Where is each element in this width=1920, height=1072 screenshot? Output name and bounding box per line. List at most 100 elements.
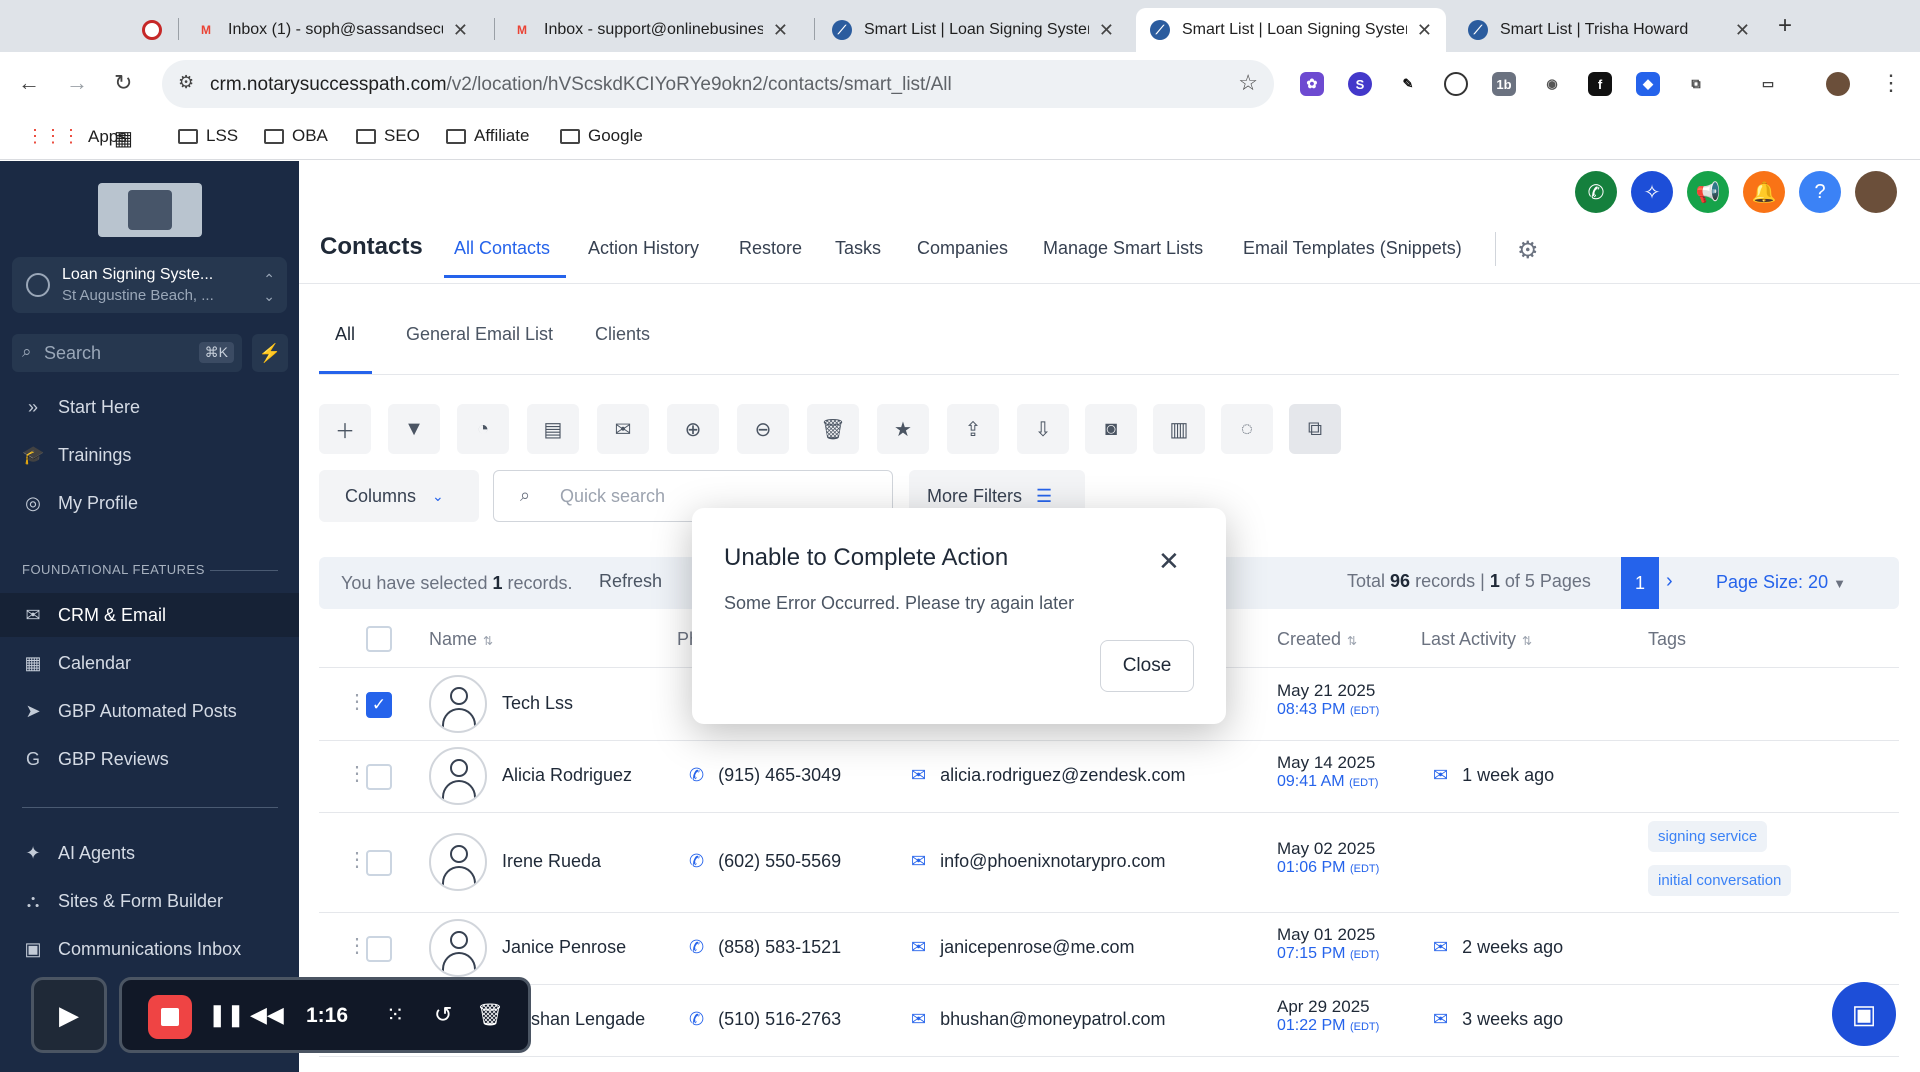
quick-search-input[interactable] bbox=[560, 483, 860, 509]
bell-icon[interactable]: 🔔 bbox=[1743, 171, 1785, 213]
tab-smart-list-1[interactable]: ⟋ Smart List | Loan Signing System ✕ bbox=[818, 8, 1128, 52]
sidebar-item-sites-forms[interactable]: ⛬ Sites & Form Builder bbox=[0, 879, 299, 923]
pause-icon[interactable]: ❚❚ bbox=[208, 1002, 245, 1028]
table-row[interactable]: ⋮ Janice Penrose (858) 583-1521 janicepe… bbox=[319, 913, 1899, 985]
extension-icon[interactable]: 1b bbox=[1492, 72, 1516, 96]
tab-smart-list-active[interactable]: ⟋ Smart List | Loan Signing System ✕ bbox=[1136, 8, 1446, 52]
bookmark-folder-affiliate[interactable]: Affiliate bbox=[446, 126, 529, 146]
sidebar-search[interactable]: ⌕ Search ⌘K bbox=[12, 334, 242, 372]
row-drag-icon[interactable]: ⋮ bbox=[347, 933, 367, 958]
column-last-activity[interactable]: Last Activity ⇅ bbox=[1421, 629, 1532, 650]
stop-record-button[interactable] bbox=[148, 995, 192, 1039]
bookmark-star-icon[interactable]: ☆ bbox=[1238, 70, 1258, 96]
tag-chip[interactable]: signing service bbox=[1648, 821, 1768, 852]
bookmark-folder-google[interactable]: Google bbox=[560, 126, 643, 146]
grid-icon[interactable]: ▦ bbox=[114, 126, 133, 151]
contact-phone[interactable]: (858) 583-1521 bbox=[689, 937, 841, 958]
contact-email[interactable]: alicia.rodriguez@zendesk.com bbox=[911, 765, 1185, 786]
next-page-icon[interactable]: › bbox=[1666, 570, 1673, 593]
url-field[interactable]: ⚙ crm.notarysuccesspath.com/v2/location/… bbox=[162, 60, 1274, 108]
close-tab-icon[interactable]: ✕ bbox=[1099, 20, 1114, 41]
page-1-button[interactable]: 1 bbox=[1621, 557, 1659, 609]
star-icon[interactable]: ★ bbox=[877, 404, 929, 454]
tab-all-contacts[interactable]: All Contacts bbox=[454, 238, 550, 259]
whatsapp-icon[interactable]: ◌ bbox=[1221, 404, 1273, 454]
sidebar-item-crm-email[interactable]: ✉ CRM & Email bbox=[0, 593, 299, 637]
sidebar-item-gbp-reviews[interactable]: G GBP Reviews bbox=[0, 737, 299, 781]
close-tab-icon[interactable]: ✕ bbox=[1417, 20, 1432, 41]
sidebar-item-communications[interactable]: ▣ Communications Inbox bbox=[0, 927, 299, 971]
delete-icon[interactable]: 🗑 bbox=[807, 404, 859, 454]
puzzle-icon[interactable]: ⧉ bbox=[1684, 72, 1708, 96]
sidebar-item-ai-agents[interactable]: ✦ AI Agents bbox=[0, 831, 299, 875]
tab-gmail-inbox-2[interactable]: M Inbox - support@onlinebusiness ✕ bbox=[498, 8, 802, 52]
site-settings-icon[interactable]: ⚙ bbox=[178, 72, 194, 93]
select-all-checkbox[interactable] bbox=[366, 626, 392, 652]
profile-avatar[interactable] bbox=[1826, 72, 1850, 96]
contact-name[interactable]: Janice Penrose bbox=[502, 937, 626, 958]
forward-icon[interactable]: → bbox=[66, 70, 88, 96]
bulk-email-icon[interactable]: ◙ bbox=[1085, 404, 1137, 454]
sidebar-item-calendar[interactable]: ▦ Calendar bbox=[0, 641, 299, 685]
chat-widget-icon[interactable]: ▣ bbox=[1832, 982, 1896, 1046]
user-avatar[interactable] bbox=[1855, 171, 1897, 213]
cast-icon[interactable]: ▭ bbox=[1756, 72, 1780, 96]
add-contact-icon[interactable]: ＋ bbox=[319, 404, 371, 454]
bookmark-folder-oba[interactable]: OBA bbox=[264, 126, 328, 146]
rewind-icon[interactable]: ◀◀ bbox=[250, 1002, 284, 1028]
columns-dropdown[interactable]: Columns ⌄ bbox=[319, 470, 479, 522]
sidebar-item-start-here[interactable]: » Start Here bbox=[0, 385, 299, 429]
bookmark-apps[interactable]: ⋮⋮⋮ Apps bbox=[26, 126, 127, 147]
sidebar-item-gbp-posts[interactable]: ➤ GBP Automated Posts bbox=[0, 689, 299, 733]
extension-icon[interactable]: ✿ bbox=[1300, 72, 1324, 96]
tab-tasks[interactable]: Tasks bbox=[835, 238, 881, 259]
row-drag-icon[interactable]: ⋮ bbox=[347, 847, 367, 872]
contact-phone[interactable]: (602) 550-5569 bbox=[689, 851, 841, 872]
email-icon[interactable]: ✉ bbox=[597, 404, 649, 454]
phone-icon[interactable]: ✆ bbox=[1575, 171, 1617, 213]
row-checkbox[interactable] bbox=[366, 936, 392, 962]
contact-email[interactable]: janicepenrose@me.com bbox=[911, 937, 1134, 958]
extension-icon[interactable] bbox=[1444, 72, 1468, 96]
workflow-icon[interactable]: ◔ bbox=[457, 404, 509, 454]
smartlist-tab-general-email-list[interactable]: General Email List bbox=[406, 324, 553, 345]
kebab-menu-icon[interactable]: ⋮ bbox=[1880, 70, 1902, 96]
tab-restore[interactable]: Restore bbox=[739, 238, 802, 259]
contact-name[interactable]: Alicia Rodriguez bbox=[502, 765, 632, 786]
column-created[interactable]: Created ⇅ bbox=[1277, 629, 1357, 650]
page-size-select[interactable]: Page Size: 20 ▼ bbox=[1716, 572, 1846, 593]
row-checkbox[interactable] bbox=[366, 850, 392, 876]
contact-phone[interactable]: (915) 465-3049 bbox=[689, 765, 841, 786]
add-tag-icon[interactable]: ⊕ bbox=[667, 404, 719, 454]
help-icon[interactable]: ? bbox=[1799, 171, 1841, 213]
location-switcher[interactable]: Loan Signing Syste... St Augustine Beach… bbox=[12, 257, 287, 313]
sidebar-item-my-profile[interactable]: ◎ My Profile bbox=[0, 481, 299, 525]
row-checkbox[interactable]: ✓ bbox=[366, 692, 392, 718]
close-button[interactable]: Close bbox=[1100, 640, 1194, 692]
grid-dots-icon[interactable]: ⁙ bbox=[386, 1002, 404, 1028]
tab-email-templates[interactable]: Email Templates (Snippets) bbox=[1243, 238, 1462, 259]
import-icon[interactable]: ⇩ bbox=[1017, 404, 1069, 454]
table-row[interactable]: shan Lengade (510) 516-2763 bhushan@mone… bbox=[319, 985, 1899, 1057]
tab-manage-smart-lists[interactable]: Manage Smart Lists bbox=[1043, 238, 1203, 259]
filter-icon[interactable]: ▼ bbox=[388, 404, 440, 454]
company-logo[interactable] bbox=[98, 183, 202, 237]
magic-wand-icon[interactable]: ✧ bbox=[1631, 171, 1673, 213]
close-tab-icon[interactable]: ✕ bbox=[773, 20, 788, 41]
tab-trisha-howard[interactable]: ⟋ Smart List | Trisha Howard ✕ bbox=[1454, 8, 1764, 52]
tab-companies[interactable]: Companies bbox=[917, 238, 1008, 259]
sidebar-item-trainings[interactable]: 🎓 Trainings bbox=[0, 433, 299, 477]
camera-extension-icon[interactable]: ◉ bbox=[1540, 72, 1564, 96]
trash-icon[interactable]: 🗑 bbox=[476, 1002, 504, 1028]
close-tab-icon[interactable]: ✕ bbox=[1735, 20, 1750, 41]
contact-name[interactable]: shan Lengade bbox=[531, 1009, 645, 1030]
quick-action-bolt-icon[interactable]: ⚡ bbox=[252, 334, 288, 372]
close-tab-icon[interactable]: ✕ bbox=[453, 20, 468, 41]
smartlist-tab-all[interactable]: All bbox=[335, 324, 355, 345]
row-drag-icon[interactable]: ⋮ bbox=[347, 689, 367, 714]
new-tab-icon[interactable]: + bbox=[1778, 12, 1792, 40]
pen-extension-icon[interactable]: ✎ bbox=[1396, 72, 1420, 96]
bookmark-folder-lss[interactable]: LSS bbox=[178, 126, 238, 146]
contact-email[interactable]: info@phoenixnotarypro.com bbox=[911, 851, 1165, 872]
contact-name[interactable]: Tech Lss bbox=[502, 693, 573, 714]
